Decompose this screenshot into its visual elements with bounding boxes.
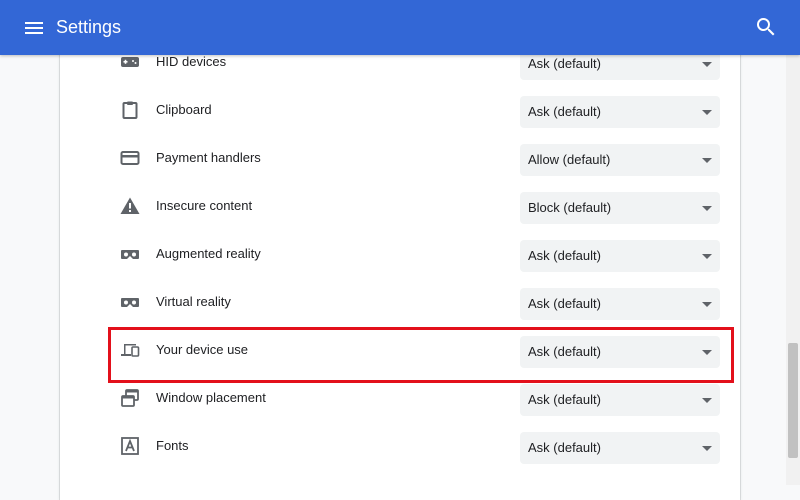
permission-label: Insecure content (156, 198, 253, 213)
dropdown-arrow-icon (702, 110, 712, 115)
permission-label: HID devices (156, 54, 227, 69)
dropdown-arrow-icon (702, 446, 712, 451)
scrollbar-thumb[interactable] (788, 343, 798, 458)
clipboard-icon (120, 100, 140, 120)
dropdown-arrow-icon (702, 398, 712, 403)
dropdown-arrow-icon (702, 350, 712, 355)
app-header: Settings (0, 0, 800, 55)
page-title: Settings (56, 17, 122, 37)
dropdown-arrow-icon (702, 158, 712, 163)
permission-label: Your device use (156, 342, 249, 357)
permission-row-payment-handlers: Payment handlers Allow (default) (60, 136, 740, 184)
permission-row-fonts: Fonts Ask (default) (60, 424, 740, 472)
select-value: Ask (default) (528, 344, 601, 359)
select-value: Ask (default) (528, 248, 601, 263)
permission-row-virtual-reality: Virtual reality Ask (default) (60, 280, 740, 328)
select-value: Block (default) (528, 200, 612, 215)
select-value: Ask (default) (528, 56, 601, 71)
dropdown-arrow-icon (702, 302, 712, 307)
devices-icon (120, 340, 140, 360)
permission-row-insecure-content: Insecure content Block (default) (60, 184, 740, 232)
site-permissions-card: HID devices Ask (default) Clipboard Ask … (60, 40, 740, 500)
permission-row-augmented-reality: Augmented reality Ask (default) (60, 232, 740, 280)
permission-select-clipboard[interactable]: Ask (default) (520, 96, 720, 128)
hid-device-icon (120, 52, 140, 72)
permission-row-clipboard: Clipboard Ask (default) (60, 88, 740, 136)
payment-card-icon (120, 148, 140, 168)
permission-row-window-placement: Window placement Ask (default) (60, 376, 740, 424)
permission-label: Virtual reality (156, 294, 231, 309)
vr-headset-icon (120, 244, 140, 264)
permission-select-your-device-use[interactable]: Ask (default) (520, 336, 720, 368)
fonts-icon (120, 436, 140, 456)
select-value: Ask (default) (528, 104, 601, 119)
permission-select-insecure-content[interactable]: Block (default) (520, 192, 720, 224)
hamburger-menu-icon[interactable] (22, 16, 46, 40)
select-value: Ask (default) (528, 440, 601, 455)
vr-headset-icon (120, 292, 140, 312)
permission-row-your-device-use: Your device use Ask (default) (60, 328, 740, 376)
permission-label: Fonts (156, 438, 189, 453)
permission-select-payment-handlers[interactable]: Allow (default) (520, 144, 720, 176)
permission-label: Window placement (156, 390, 266, 405)
permission-select-fonts[interactable]: Ask (default) (520, 432, 720, 464)
permission-select-virtual-reality[interactable]: Ask (default) (520, 288, 720, 320)
permission-label: Payment handlers (156, 150, 261, 165)
window-placement-icon (120, 388, 140, 408)
search-icon[interactable] (754, 15, 778, 39)
warning-triangle-icon (120, 196, 140, 216)
select-value: Ask (default) (528, 296, 601, 311)
select-value: Ask (default) (528, 392, 601, 407)
permission-label: Augmented reality (156, 246, 261, 261)
permission-select-window-placement[interactable]: Ask (default) (520, 384, 720, 416)
permission-select-augmented-reality[interactable]: Ask (default) (520, 240, 720, 272)
dropdown-arrow-icon (702, 62, 712, 67)
dropdown-arrow-icon (702, 254, 712, 259)
permission-label: Clipboard (156, 102, 212, 117)
dropdown-arrow-icon (702, 206, 712, 211)
select-value: Allow (default) (528, 152, 611, 167)
